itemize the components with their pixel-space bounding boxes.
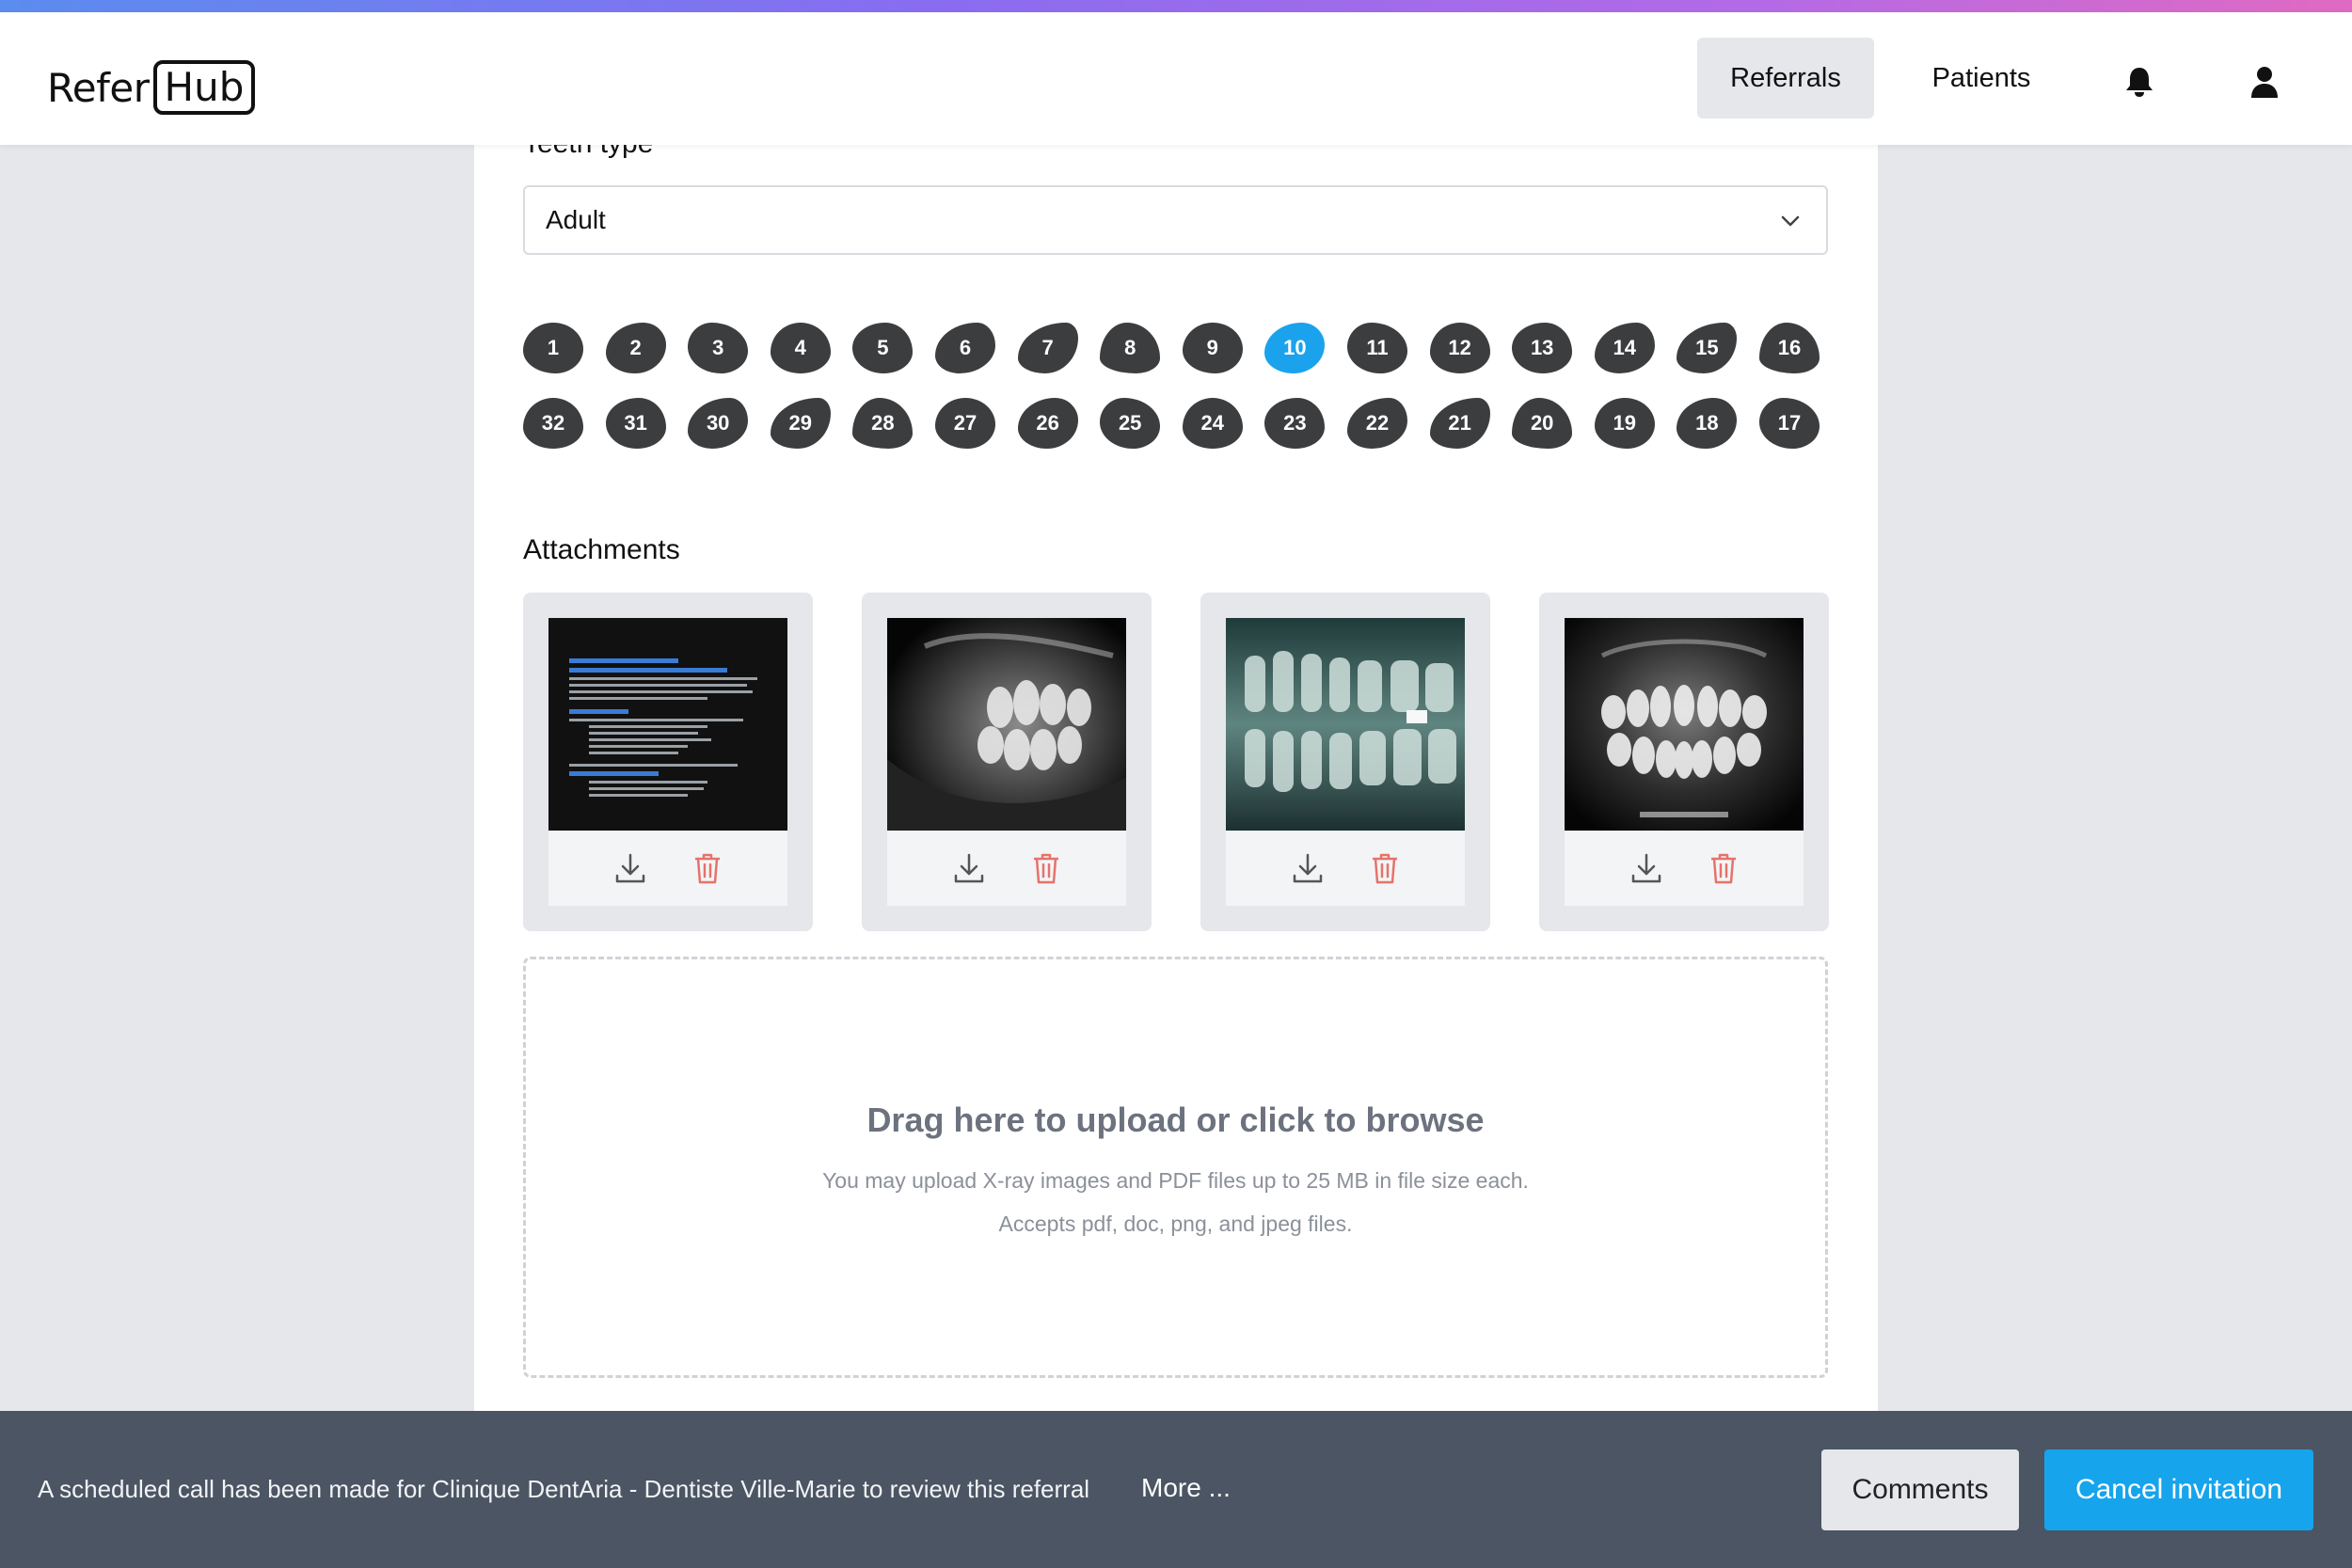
tooth-13[interactable]: 13	[1512, 323, 1573, 373]
logo-text-hub: Hub	[152, 60, 256, 115]
pdf-thumbnail[interactable]	[548, 618, 787, 831]
download-icon[interactable]	[1291, 851, 1325, 885]
xray-thumbnail[interactable]	[1565, 618, 1804, 831]
tooth-5[interactable]: 5	[852, 323, 914, 373]
footer-message: A scheduled call has been made for Clini…	[38, 1475, 1090, 1503]
dropzone-size-hint: You may upload X-ray images and PDF file…	[822, 1168, 1529, 1193]
more-link[interactable]: More ...	[1141, 1473, 1231, 1503]
upload-dropzone[interactable]: Drag here to upload or click to browse Y…	[523, 957, 1828, 1378]
dropzone-title: Drag here to upload or click to browse	[866, 1101, 1485, 1139]
tooth-31[interactable]: 31	[605, 398, 666, 449]
attachment-card	[862, 593, 1152, 931]
xray-thumbnail[interactable]	[1226, 618, 1465, 831]
attachment-actions	[548, 831, 787, 906]
tooth-1[interactable]: 1	[523, 323, 583, 373]
logo-text-refer: Refer	[47, 64, 150, 111]
tooth-23[interactable]: 23	[1264, 398, 1326, 449]
logo-speech-bubble: Hub	[152, 60, 256, 115]
bell-icon[interactable]	[2117, 59, 2162, 104]
tooth-24[interactable]: 24	[1182, 398, 1243, 449]
download-icon[interactable]	[613, 851, 647, 885]
referhub-logo[interactable]: Refer Hub	[47, 50, 256, 125]
attachment-actions	[1565, 831, 1804, 906]
chevron-down-icon	[1781, 215, 1800, 227]
attachment-actions	[887, 831, 1126, 906]
xray-thumbnail[interactable]	[887, 618, 1126, 831]
top-accent-bar	[0, 0, 2352, 12]
download-icon[interactable]	[952, 851, 986, 885]
teeth-type-value: Adult	[546, 205, 606, 234]
tooth-12[interactable]: 12	[1429, 323, 1490, 373]
tooth-9[interactable]: 9	[1182, 323, 1243, 373]
trash-icon[interactable]	[692, 851, 723, 885]
attachments-title: Attachments	[523, 534, 680, 565]
tooth-32[interactable]: 32	[523, 398, 583, 449]
nav-patients[interactable]: Patients	[1900, 38, 2062, 119]
user-icon[interactable]	[2242, 59, 2287, 104]
tooth-27[interactable]: 27	[935, 398, 995, 449]
trash-icon[interactable]	[1031, 851, 1061, 885]
tooth-4[interactable]: 4	[770, 323, 831, 373]
attachment-card	[1539, 593, 1829, 931]
trash-icon[interactable]	[1370, 851, 1400, 885]
trash-icon[interactable]	[1708, 851, 1739, 885]
dropzone-types-hint: Accepts pdf, doc, png, and jpeg files.	[998, 1212, 1353, 1236]
cancel-invitation-button[interactable]: Cancel invitation	[2044, 1449, 2313, 1530]
attachment-card	[523, 593, 813, 931]
top-nav: Refer Hub Referrals Patients	[0, 12, 2352, 145]
comments-button[interactable]: Comments	[1821, 1449, 2019, 1530]
attachment-card	[1200, 593, 1490, 931]
teeth-type-select[interactable]: Adult	[523, 185, 1828, 255]
nav-referrals[interactable]: Referrals	[1697, 38, 1874, 119]
status-footer: A scheduled call has been made for Clini…	[0, 1411, 2352, 1568]
download-icon[interactable]	[1629, 851, 1663, 885]
attachment-actions	[1226, 831, 1465, 906]
tooth-19[interactable]: 19	[1594, 398, 1655, 449]
